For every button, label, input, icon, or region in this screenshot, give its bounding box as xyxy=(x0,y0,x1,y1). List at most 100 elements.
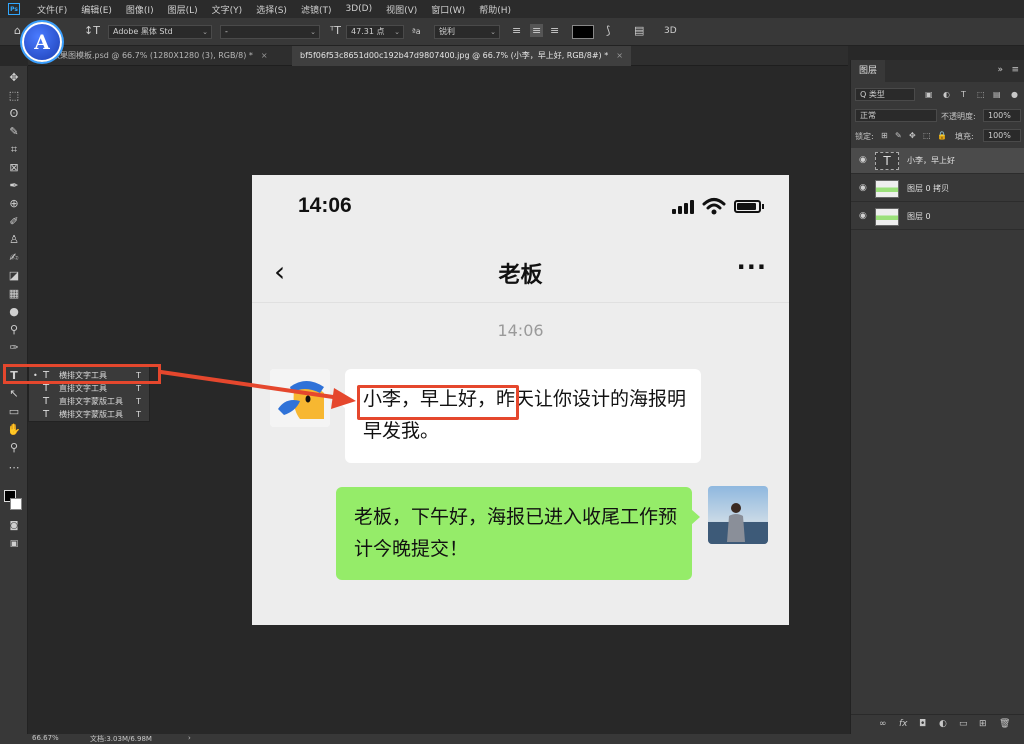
image-layer-thumbnail xyxy=(875,180,899,198)
new-group-icon[interactable]: ▭ xyxy=(959,719,968,729)
more-tools-icon[interactable]: ⋯ xyxy=(4,460,24,476)
3d-button[interactable]: 3D xyxy=(664,26,677,36)
align-center-icon[interactable]: ≡ xyxy=(530,24,544,37)
filter-toggle-icon[interactable]: ● xyxy=(1011,90,1018,99)
lock-all-icon[interactable]: 🔒 xyxy=(937,131,947,140)
tab-layers[interactable]: 图层 xyxy=(851,60,886,82)
status-menu-arrow[interactable]: › xyxy=(188,734,191,742)
path-select-icon[interactable]: ↖ xyxy=(4,386,24,402)
menu-edit[interactable]: 编辑(E) xyxy=(74,3,119,16)
tool-label: 直排文字蒙版工具 xyxy=(59,397,123,406)
layer-effects-icon[interactable]: fx xyxy=(899,719,908,729)
tab-template-psd[interactable]: 对比效果图模板.psd @ 66.7% (1280X1280 (3), RGB/… xyxy=(28,46,276,66)
opacity-input[interactable]: 100% xyxy=(983,109,1021,122)
more-options-icon[interactable]: ··· xyxy=(737,253,767,281)
vertical-type-mask-tool-item[interactable]: T 直排文字蒙版工具 T xyxy=(29,395,149,408)
document-canvas[interactable]: 14:06 ‹ 老板 ··· 14:06 小李，早上好，昨天让你设计的海报明早发… xyxy=(252,175,789,625)
history-brush-icon[interactable]: ✍ xyxy=(4,250,24,266)
hand-tool-icon[interactable]: ✋ xyxy=(4,422,24,438)
font-family-select[interactable]: Adobe 黑体 Std ⌄ xyxy=(108,25,212,39)
crop-tool-icon[interactable]: ⌗ xyxy=(4,142,24,158)
phone-clock: 14:06 xyxy=(298,194,352,217)
font-style-select[interactable]: - ⌄ xyxy=(220,25,320,39)
opacity-label: 不透明度: xyxy=(941,112,976,121)
menu-select[interactable]: 选择(S) xyxy=(249,3,294,16)
anti-alias-select[interactable]: 锐利 ⌄ xyxy=(434,25,500,39)
menu-filter[interactable]: 滤镜(T) xyxy=(294,3,339,16)
fill-input[interactable]: 100% xyxy=(983,129,1021,142)
eyedropper-icon[interactable]: ✒ xyxy=(4,178,24,194)
frame-tool-icon[interactable]: ⊠ xyxy=(4,160,24,176)
brush-tool-icon[interactable]: ✐ xyxy=(4,214,24,230)
layer-name: 小李，早上好 xyxy=(907,156,955,165)
zoom-level[interactable]: 66.67% xyxy=(32,734,59,742)
menu-3d[interactable]: 3D(D) xyxy=(338,4,379,14)
rectangle-tool-icon[interactable]: ▭ xyxy=(4,404,24,420)
menu-image[interactable]: 图像(I) xyxy=(119,3,161,16)
lock-position-icon[interactable]: ✥ xyxy=(909,131,916,140)
menu-help[interactable]: 帮助(H) xyxy=(472,3,518,16)
eraser-tool-icon[interactable]: ◪ xyxy=(4,268,24,284)
text-color-swatch[interactable] xyxy=(572,25,594,39)
visibility-eye-icon[interactable]: ◉ xyxy=(859,183,867,193)
filter-adjust-icon[interactable]: ◐ xyxy=(943,90,950,99)
blur-tool-icon[interactable]: ● xyxy=(4,304,24,320)
menu-layer[interactable]: 图层(L) xyxy=(161,3,205,16)
font-size-select[interactable]: 47.31 点 ⌄ xyxy=(346,25,404,39)
menu-type[interactable]: 文字(Y) xyxy=(205,3,250,16)
lock-pixels-icon[interactable]: ⊞ xyxy=(881,131,888,140)
zoom-tool-icon[interactable]: ⚲ xyxy=(4,440,24,456)
dodge-tool-icon[interactable]: ⚲ xyxy=(4,322,24,338)
document-size: 文档:3.03M/6.98M xyxy=(90,735,152,743)
menu-window[interactable]: 窗口(W) xyxy=(424,3,472,16)
align-left-icon[interactable]: ≡ xyxy=(512,24,521,37)
link-layers-icon[interactable]: ∞ xyxy=(879,719,887,729)
character-panel-icon[interactable]: ▤ xyxy=(634,24,644,37)
lasso-tool-icon[interactable]: ʘ xyxy=(4,106,24,122)
screen-mode-icon[interactable]: ▣ xyxy=(4,536,24,552)
blend-mode-value: 正常 xyxy=(860,111,876,120)
horizontal-type-mask-tool-item[interactable]: T 横排文字蒙版工具 T xyxy=(29,408,149,421)
visibility-eye-icon[interactable]: ◉ xyxy=(859,211,867,221)
filter-shape-icon[interactable]: ⬚ xyxy=(977,90,985,99)
home-icon[interactable]: ⌂ xyxy=(14,24,21,37)
lock-paint-icon[interactable]: ✎ xyxy=(895,131,902,140)
layer-filter-select[interactable]: Q 类型 xyxy=(855,88,915,101)
adjustment-layer-icon[interactable]: ◐ xyxy=(939,719,947,729)
menu-view[interactable]: 视图(V) xyxy=(379,3,424,16)
align-right-icon[interactable]: ≡ xyxy=(550,24,559,37)
blend-mode-select[interactable]: 正常 xyxy=(855,109,937,122)
gradient-tool-icon[interactable]: ▦ xyxy=(4,286,24,302)
chevron-down-icon: ⌄ xyxy=(310,28,316,36)
new-layer-icon[interactable]: ⊞ xyxy=(979,719,987,729)
delete-layer-icon[interactable]: 🗑 xyxy=(999,719,1010,729)
menu-file[interactable]: 文件(F) xyxy=(30,3,74,16)
add-mask-icon[interactable]: ◘ xyxy=(919,719,926,729)
layer-row[interactable]: ◉ 图层 0 xyxy=(851,204,1024,230)
collapse-panel-icon[interactable]: » xyxy=(997,65,1003,75)
close-icon[interactable]: × xyxy=(261,51,268,60)
text-orientation-icon[interactable]: ↕T xyxy=(84,24,100,37)
visibility-eye-icon[interactable]: ◉ xyxy=(859,155,867,165)
lock-artboard-icon[interactable]: ⬚ xyxy=(923,131,931,140)
quick-select-icon[interactable]: ✎ xyxy=(4,124,24,140)
background-color-swatch[interactable] xyxy=(10,498,22,510)
close-icon[interactable]: × xyxy=(616,51,623,60)
quick-mask-icon[interactable]: ◙ xyxy=(4,518,24,534)
pen-tool-icon[interactable]: ✑ xyxy=(4,340,24,356)
filter-type-icon[interactable]: T xyxy=(961,90,966,99)
stamp-tool-icon[interactable]: ♙ xyxy=(4,232,24,248)
tab-chat-jpg[interactable]: bf5f06f53c8651d00c192b47d9807400.jpg @ 6… xyxy=(292,46,631,66)
anti-alias-icon: ªa xyxy=(412,27,421,36)
marquee-tool-icon[interactable]: ⬚ xyxy=(4,88,24,104)
layer-row[interactable]: ◉ 图层 0 拷贝 xyxy=(851,176,1024,202)
phone-status-bar: 14:06 xyxy=(252,175,789,241)
layer-row[interactable]: ◉ T 小李，早上好 xyxy=(851,148,1024,174)
panel-menu-icon[interactable]: ≡ xyxy=(1011,65,1019,75)
warp-text-icon[interactable]: ⟆ xyxy=(606,24,610,37)
healing-brush-icon[interactable]: ⊕ xyxy=(4,196,24,212)
filter-pixel-icon[interactable]: ▣ xyxy=(925,90,933,99)
move-tool-icon[interactable]: ✥ xyxy=(4,70,24,86)
tab-label: 对比效果图模板.psd @ 66.7% (1280X1280 (3), RGB/… xyxy=(36,51,253,60)
filter-smart-icon[interactable]: ▤ xyxy=(993,90,1001,99)
